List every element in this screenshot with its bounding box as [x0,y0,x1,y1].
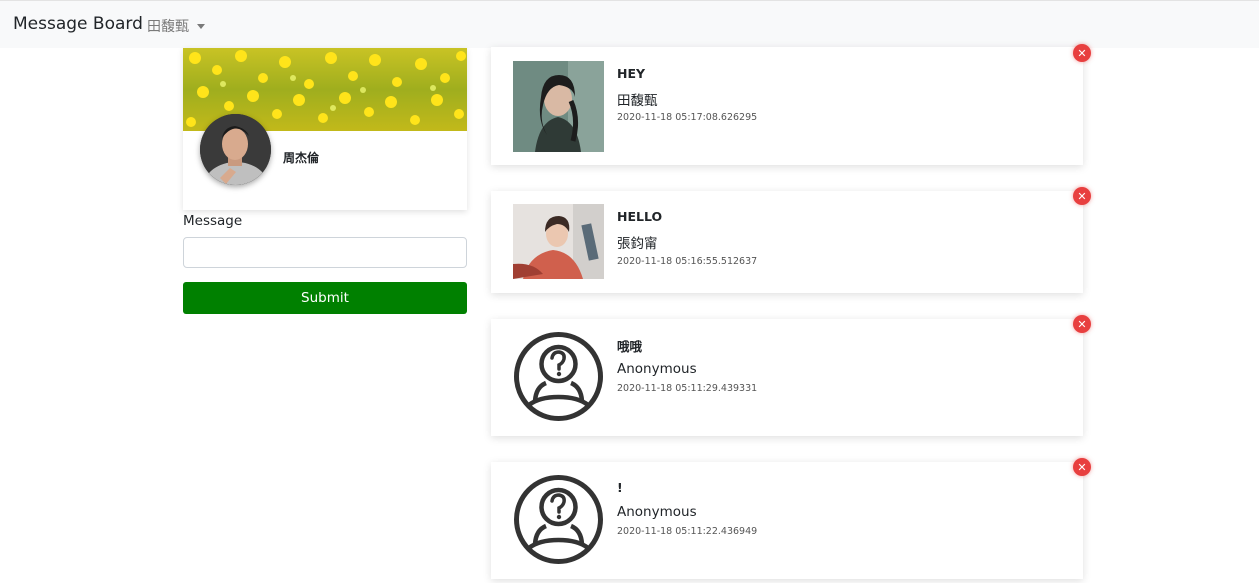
post-avatar-photo [513,61,604,152]
post-author: Anonymous [617,504,697,520]
caret-down-icon [197,24,205,29]
anonymous-user-icon [513,331,604,422]
post-title: HELLO [617,209,663,224]
submit-button[interactable]: Submit [183,282,467,314]
message-input[interactable] [183,237,467,268]
post-timestamp: 2020-11-18 05:16:55.512637 [617,256,758,267]
anonymous-user-icon [513,474,604,565]
close-icon: ✕ [1077,189,1087,203]
post-card: HELLO 張鈞甯 2020-11-18 05:16:55.512637 [491,191,1083,293]
profile-avatar [200,114,271,185]
user-dropdown-label: 田馥甄 [147,19,189,35]
post-author: 田馥甄 [617,93,658,109]
close-icon: ✕ [1077,460,1087,474]
delete-post-button[interactable]: ✕ [1073,458,1091,476]
close-icon: ✕ [1077,317,1087,331]
delete-post-button[interactable]: ✕ [1073,315,1091,333]
user-dropdown[interactable]: 田馥甄 [147,16,205,36]
navbar: Message Board 田馥甄 [0,0,1259,48]
navbar-brand[interactable]: Message Board [13,14,143,34]
profile-card: 周杰倫 [183,48,467,210]
delete-post-button[interactable]: ✕ [1073,187,1091,205]
post-card: 哦哦 Anonymous 2020-11-18 05:11:29.439331 [491,319,1083,436]
post-timestamp: 2020-11-18 05:11:22.436949 [617,526,758,537]
post-title: ! [617,480,623,495]
post-timestamp: 2020-11-18 05:17:08.626295 [617,112,758,123]
close-icon: ✕ [1077,46,1087,60]
post-card: ! Anonymous 2020-11-18 05:11:22.436949 [491,462,1083,579]
post-timestamp: 2020-11-18 05:11:29.439331 [617,383,758,394]
post-author: 張鈞甯 [617,236,658,252]
post-title: HEY [617,66,646,81]
profile-name: 周杰倫 [283,151,320,165]
message-label: Message [183,213,243,229]
post-title: 哦哦 [617,339,643,354]
delete-post-button[interactable]: ✕ [1073,44,1091,62]
post-card: HEY 田馥甄 2020-11-18 05:17:08.626295 [491,47,1083,165]
post-avatar-photo [513,204,604,279]
post-author: Anonymous [617,361,697,377]
